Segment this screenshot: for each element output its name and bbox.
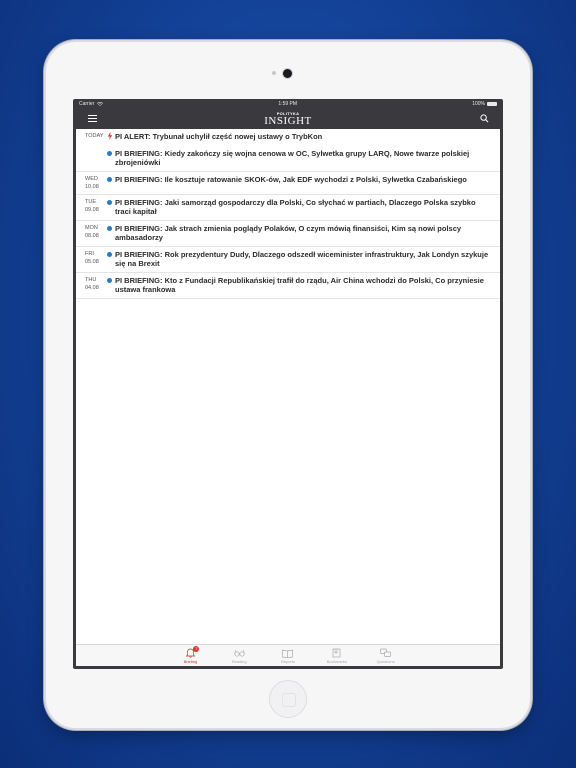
briefing-dot-icon: [107, 199, 112, 205]
feed-day-label: TUE: [85, 198, 96, 205]
tab-bookmarks[interactable]: Bookmarks: [322, 645, 352, 666]
item-title: PI ALERT: Trybunał uchylił część nowej u…: [115, 132, 323, 141]
battery-icon: [486, 102, 497, 106]
feed-date-label: 08.08: [85, 232, 99, 239]
briefing-feed: TODAY PI ALERT: Trybunał uchylił część no…: [76, 129, 500, 644]
briefing-dot-icon: [107, 251, 112, 257]
tab-reports[interactable]: Reports: [273, 645, 303, 666]
briefing-item[interactable]: PI BRIEFING: Kto z Fundacji Republikańsk…: [107, 276, 492, 295]
item-title: PI BRIEFING: Ile kosztuje ratowanie SKOK…: [115, 174, 467, 184]
item-title: PI BRIEFING: Kiedy zakończy się wojna ce…: [115, 148, 470, 168]
feed-date: WED 10.08: [76, 175, 107, 191]
feed-date: TODAY: [76, 132, 107, 168]
chat-icon: [380, 648, 391, 657]
briefing-dot-icon: [107, 277, 112, 283]
item-title: PI BRIEFING: Jak strach zmienia poglądy …: [115, 223, 462, 243]
briefing-dot-icon: [107, 225, 112, 231]
feed-day-label: WED: [85, 175, 98, 182]
nav-bar: POLITYKA INSIGHT: [73, 109, 503, 129]
item-title: PI BRIEFING: Jaki samorząd gospodarczy d…: [115, 197, 476, 217]
feed-date-label: 10.08: [85, 183, 99, 190]
item-title: PI BRIEFING: Rok prezydentury Dudy, Dlac…: [115, 249, 489, 269]
tab-reading[interactable]: Reading: [224, 645, 254, 666]
feed-row: TUE 09.08 PI BRIEFING: Jaki samorząd gospo…: [76, 195, 500, 221]
feed-day-label: FRI: [85, 250, 94, 257]
app-screen: Carrier 1:59 PM 100% POLITYKA INSIGHT TO…: [73, 99, 503, 669]
feed-date-label: 09.08: [85, 206, 99, 213]
feed-date: THU 04.08: [76, 276, 107, 295]
book-icon: [282, 649, 294, 658]
feed-day-label: TODAY: [85, 133, 104, 139]
briefing-dot-icon: [107, 176, 112, 182]
feed-day-label: THU: [85, 276, 97, 283]
alert-item[interactable]: PI ALERT: Trybunał uchylił część nowej u…: [107, 132, 492, 142]
hamburger-menu-icon[interactable]: [88, 115, 97, 123]
feed-date: TUE 09.08: [76, 198, 107, 217]
tab-label: Reading: [231, 658, 247, 664]
tab-label: Briefing: [183, 658, 198, 664]
item-title: PI BRIEFING: Kto z Fundacji Republikańsk…: [115, 275, 484, 295]
bookmark-icon: [332, 648, 341, 657]
feed-date: MON 08.08: [76, 224, 107, 243]
briefing-item[interactable]: PI BRIEFING: Jaki samorząd gospodarczy d…: [107, 198, 492, 217]
wifi-icon: [97, 102, 104, 106]
feed-date-label: 04.08: [85, 284, 99, 291]
feed-row: THU 04.08 PI BRIEFING: Kto z Fundacji Repu…: [76, 273, 500, 299]
logo-insight: INSIGHT: [264, 114, 312, 127]
glasses-icon: [234, 649, 245, 657]
proximity-sensor: [272, 71, 276, 75]
tab-bar: 7 Briefing Reading Reports Bookmarks Question…: [76, 644, 500, 666]
tab-briefing[interactable]: 7 Briefing: [175, 645, 205, 666]
feed-row: MON 08.08 PI BRIEFING: Jak strach zmienia …: [76, 221, 500, 247]
lightning-icon: [107, 132, 113, 140]
feed-date-label: 05.08: [85, 258, 99, 265]
app-logo: POLITYKA INSIGHT: [264, 111, 312, 127]
feed-row: WED 10.08 PI BRIEFING: Ile kosztuje ratowa…: [76, 172, 500, 195]
feed-day-label: MON: [85, 224, 98, 231]
battery-percent: 100%: [472, 101, 485, 107]
feed-row: FRI 05.08 PI BRIEFING: Rok prezydentury Du…: [76, 247, 500, 273]
feed-date: FRI 05.08: [76, 250, 107, 269]
tab-questions[interactable]: Questions: [371, 645, 401, 666]
briefing-item[interactable]: PI BRIEFING: Kiedy zakończy się wojna ce…: [107, 149, 492, 168]
status-bar: Carrier 1:59 PM 100%: [73, 99, 503, 109]
briefing-item[interactable]: PI BRIEFING: Jak strach zmienia poglądy …: [107, 224, 492, 243]
tab-label: Reports: [280, 658, 295, 664]
tab-label: Bookmarks: [326, 658, 347, 664]
briefing-item[interactable]: PI BRIEFING: Ile kosztuje ratowanie SKOK…: [107, 175, 492, 185]
briefing-item[interactable]: PI BRIEFING: Rok prezydentury Dudy, Dlac…: [107, 250, 492, 269]
home-button[interactable]: [269, 680, 307, 718]
status-time: 1:59 PM: [278, 101, 298, 107]
front-camera: [283, 69, 292, 78]
feed-row: TODAY PI ALERT: Trybunał uchylił część no…: [76, 129, 500, 172]
briefing-dot-icon: [107, 150, 112, 156]
tab-label: Questions: [376, 658, 395, 664]
search-icon[interactable]: [480, 114, 489, 123]
notification-badge: 7: [193, 646, 200, 652]
carrier-label: Carrier: [79, 101, 95, 107]
